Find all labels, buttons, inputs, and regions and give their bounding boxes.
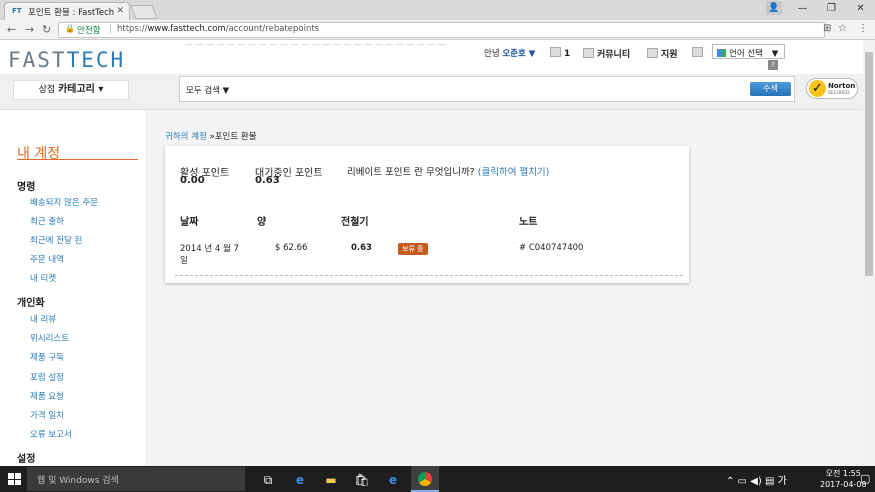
support-link[interactable]: 지원 bbox=[647, 47, 678, 60]
norton-badge[interactable]: ✓ Norton SECURED bbox=[806, 78, 858, 99]
help-question-icon[interactable]: ? bbox=[768, 60, 778, 70]
bookmark-star-icon[interactable]: ☆ bbox=[838, 23, 847, 34]
sidebar-item-forum-settings[interactable]: 포럼 설정 bbox=[30, 371, 64, 383]
menu-icon[interactable]: ⋮ bbox=[858, 23, 868, 34]
task-view-icon[interactable]: ⧉ bbox=[255, 470, 281, 490]
username: 오준호 ▼ bbox=[502, 49, 536, 59]
taskbar-search-input[interactable]: 웹 및 Windows 검색 bbox=[27, 467, 245, 491]
sidebar-item-my-reviews[interactable]: 내 리뷰 bbox=[30, 313, 56, 325]
column-header-note: 노트 bbox=[519, 217, 538, 228]
profile-icon[interactable]: 👤 bbox=[766, 1, 782, 15]
sidebar-item-product-requests[interactable]: 제품 요청 bbox=[30, 390, 64, 402]
window-controls: — ❐ ✕ bbox=[788, 0, 875, 20]
column-header-points: 전철기 bbox=[341, 217, 369, 228]
active-points-value: 0.00 bbox=[180, 175, 205, 186]
back-icon[interactable]: ← bbox=[7, 23, 16, 36]
lock-icon: 🔒 bbox=[65, 24, 75, 33]
chrome-icon bbox=[418, 472, 432, 486]
cart-link[interactable]: 1 bbox=[550, 47, 570, 59]
new-tab-button[interactable] bbox=[130, 5, 158, 19]
browser-tab[interactable]: FT 포인트 환불 : FastTech ✕ bbox=[4, 2, 130, 20]
close-tab-icon[interactable]: ✕ bbox=[116, 6, 124, 16]
search-scope-dropdown[interactable]: 모두 검색 ▼ bbox=[186, 84, 229, 96]
sidebar-heading-personalization: 개인화 bbox=[17, 298, 45, 309]
store-icon[interactable]: 🛍 bbox=[349, 470, 375, 490]
sidebar-item-product-subscriptions[interactable]: 제품 구독 bbox=[30, 351, 64, 363]
rebate-points-info: 리베이트 포인트 란 무엇입니까? (클릭하여 펼치기) bbox=[347, 167, 550, 178]
chat-icon bbox=[583, 48, 594, 58]
column-header-date: 날짜 bbox=[180, 217, 199, 228]
sidebar-item-recent-shipments[interactable]: 최근 출하 bbox=[30, 215, 64, 227]
row-note: # C040747400 bbox=[519, 243, 584, 253]
file-explorer-icon[interactable]: ▬ bbox=[318, 470, 344, 490]
search-button[interactable]: 수색 bbox=[750, 82, 791, 96]
edge-icon[interactable]: e bbox=[287, 470, 313, 490]
sidebar-item-error-reports[interactable]: 오류 보고서 bbox=[30, 428, 72, 440]
column-header-amount: 양 bbox=[257, 217, 267, 228]
top-nav-cut-off: — — — — — — — — — — — — — — — — — — — — … bbox=[185, 40, 447, 49]
row-points: 0.63 bbox=[351, 243, 372, 253]
breadcrumb-account-link[interactable]: 귀하의 계정 bbox=[165, 132, 207, 142]
scrollbar-thumb[interactable] bbox=[865, 52, 873, 276]
row-date: 2014 년 4 월 7 일 bbox=[180, 244, 239, 266]
row-amount: $ 62.66 bbox=[275, 243, 308, 253]
sidebar-item-unshipped-orders[interactable]: 배송되지 않은 주문 bbox=[30, 196, 98, 208]
favicon-icon: FT bbox=[12, 7, 22, 15]
omnibox-divider: | bbox=[109, 24, 113, 34]
status-badge: 보류 중 bbox=[398, 243, 428, 255]
sidebar-item-my-tickets[interactable]: 내 티켓 bbox=[30, 272, 56, 284]
sidebar-item-order-history[interactable]: 주문 내역 bbox=[30, 253, 64, 265]
system-tray[interactable]: ⌃ ▭ ◀) ▤ 가 bbox=[726, 472, 787, 487]
windows-start-icon[interactable] bbox=[8, 473, 21, 485]
minimize-icon[interactable]: — bbox=[788, 0, 817, 20]
sidebar-heading-orders: 명령 bbox=[17, 182, 36, 193]
forward-icon[interactable]: → bbox=[25, 23, 34, 36]
community-link[interactable]: 커뮤니티 bbox=[583, 47, 630, 60]
close-window-icon[interactable]: ✕ bbox=[846, 0, 875, 20]
internet-explorer-icon[interactable]: e bbox=[380, 470, 406, 490]
pending-points-value: 0.63 bbox=[255, 175, 280, 186]
norton-check-icon: ✓ bbox=[809, 80, 826, 97]
search-input[interactable] bbox=[179, 76, 795, 102]
google-translate-icon bbox=[717, 49, 726, 57]
table-divider bbox=[175, 275, 683, 276]
restore-icon[interactable]: ❐ bbox=[817, 0, 846, 20]
category-dropdown[interactable]: 상점 카테고리 ▾ bbox=[13, 80, 129, 100]
expand-link[interactable]: (클릭하여 펼치기) bbox=[478, 167, 550, 178]
reload-icon[interactable]: ↻ bbox=[42, 23, 51, 36]
help-icon bbox=[647, 48, 658, 58]
omnibox[interactable]: 🔒 안전함 | https://www.fasttech.com/account… bbox=[58, 22, 825, 38]
cart-icon bbox=[550, 47, 561, 57]
messages-link[interactable] bbox=[692, 47, 706, 59]
browser-tab-strip bbox=[0, 0, 875, 20]
sidebar-item-price-match[interactable]: 가격 일치 bbox=[30, 409, 64, 421]
sidebar-item-recently-delivered[interactable]: 최근에 전달 된 bbox=[30, 234, 82, 246]
language-select[interactable]: 언어 선택 ▼ bbox=[712, 44, 785, 59]
secure-label: 안전함 bbox=[77, 26, 101, 36]
sidebar-item-wishlist[interactable]: 위시리스트 bbox=[30, 332, 69, 344]
translate-icon[interactable]: ⊞ bbox=[823, 23, 831, 34]
site-logo[interactable]: FASTTECH bbox=[8, 48, 125, 72]
greeting[interactable]: 안녕 오준호 ▼ bbox=[484, 47, 535, 59]
url-text: https://www.fasttech.com/account/rebatep… bbox=[117, 24, 320, 34]
breadcrumb: 귀하의 계정 »포인트 환불 bbox=[165, 132, 257, 142]
message-icon bbox=[692, 47, 703, 57]
account-title-underline bbox=[17, 159, 138, 160]
notifications-icon[interactable]: ▢ bbox=[860, 472, 870, 485]
tab-title: 포인트 환불 : FastTech bbox=[28, 8, 115, 18]
account-title: 내 계정 bbox=[17, 146, 61, 162]
sidebar-heading-settings: 설정 bbox=[17, 454, 36, 465]
